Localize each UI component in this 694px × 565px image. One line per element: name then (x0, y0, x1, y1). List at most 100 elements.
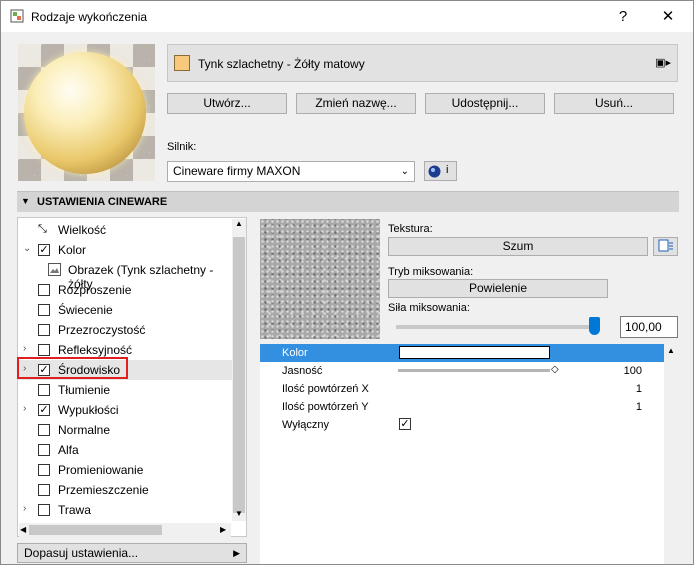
tree-item-label: Refleksyjność (58, 343, 133, 357)
blend-mode-label: Tryb miksowania: (388, 266, 474, 278)
dialog-window: Rodzaje wykończenia ? ✕ Tynk szlachetny … (0, 0, 694, 565)
scroll-down-icon[interactable]: ▼ (235, 509, 243, 518)
material-preview (18, 44, 155, 181)
grass-checkbox[interactable] (38, 504, 50, 516)
tree-item-label: Przezroczystość (58, 323, 146, 337)
app-icon (10, 9, 24, 23)
tree-item-diffusion[interactable]: Rozproszenie (18, 280, 232, 300)
blend-strength-input[interactable]: 100,00 (620, 316, 678, 338)
scroll-left-icon[interactable]: ◀ (20, 525, 26, 534)
material-menu-icon[interactable]: ▣▸ (655, 56, 671, 69)
tree-item-color[interactable]: ⌄ ✓ Kolor (18, 240, 232, 260)
texture-preview (260, 219, 380, 339)
tree-item-label: Świecenie (58, 303, 113, 317)
tree-item-transparency[interactable]: Przezroczystość (18, 320, 232, 340)
normal-checkbox[interactable] (38, 424, 50, 436)
param-label: Kolor (282, 347, 308, 359)
tree-item-label: Alfa (58, 443, 79, 457)
displacement-checkbox[interactable] (38, 484, 50, 496)
param-row-color[interactable]: Kolor (260, 344, 664, 362)
param-label: Wyłączny (282, 419, 329, 431)
texture-button[interactable]: Szum (388, 237, 648, 256)
material-name: Tynk szlachetny - Żółty matowy (198, 57, 365, 71)
tree-item-luminance[interactable]: Świecenie (18, 300, 232, 320)
param-label: Jasność (282, 365, 323, 377)
param-label: Ilość powtórzeń Y (282, 401, 369, 413)
parameter-scrollbar[interactable]: ▲ (664, 344, 678, 564)
scroll-right-icon[interactable]: ▶ (220, 525, 226, 534)
tree-item-label: Kolor (58, 243, 87, 257)
tree-item-image[interactable]: Obrazek (Tynk szlachetny - żółty (18, 260, 232, 291)
glow-checkbox[interactable] (38, 464, 50, 476)
reflectance-checkbox[interactable] (38, 344, 50, 356)
help-button[interactable]: ? (601, 1, 645, 32)
brightness-slider-thumb[interactable]: ◇ (551, 364, 559, 375)
rename-button[interactable]: Zmień nazwę... (296, 93, 416, 114)
param-label: Ilość powtórzeń X (282, 383, 369, 395)
highlight-box (17, 357, 128, 379)
tree-item-bump[interactable]: › ✓ Wypukłości (18, 400, 232, 420)
cinema4d-icon (428, 165, 441, 178)
texture-label: Tekstura: (388, 223, 433, 235)
share-button[interactable]: Udostępnij... (425, 93, 545, 114)
tree-item-grass[interactable]: › Trawa (18, 500, 232, 520)
engine-select[interactable]: Cineware firmy MAXON ⌄ (167, 161, 415, 182)
create-button[interactable]: Utwórz... (167, 93, 287, 114)
collapse-icon: ▼ (21, 196, 30, 206)
tree-item-label: Normalne (58, 423, 111, 437)
parameter-grid: Kolor Jasność ◇ 100 Ilość powtórzeń X 1 … (260, 344, 664, 564)
tree-item-label: Trawa (58, 503, 91, 517)
texture-menu-button[interactable] (653, 237, 678, 256)
resize-icon: ⤡ (38, 223, 47, 235)
bump-checkbox[interactable]: ✓ (38, 404, 50, 416)
tree-item-label: Promieniowanie (58, 463, 144, 477)
blend-strength-label: Siła miksowania: (388, 302, 470, 314)
tree-item-label: Wypukłości (58, 403, 119, 417)
info-icon: i (446, 164, 449, 176)
expand-icon[interactable]: › (23, 503, 26, 514)
material-selector[interactable]: Tynk szlachetny - Żółty matowy ▣▸ (167, 44, 678, 82)
expand-icon[interactable]: › (23, 343, 26, 354)
cineware-section-header[interactable]: ▼ USTAWIENIA CINEWARE (17, 191, 679, 212)
color-checkbox[interactable]: ✓ (38, 244, 50, 256)
color-value-swatch[interactable] (399, 346, 550, 359)
tree-item-size[interactable]: ⤡ Wielkość (18, 220, 232, 240)
window-title: Rodzaje wykończenia (31, 10, 148, 24)
tree-item-label: Rozproszenie (58, 283, 132, 297)
diffusion-checkbox[interactable] (38, 284, 50, 296)
param-value[interactable]: 1 (636, 383, 642, 395)
param-value[interactable]: 1 (636, 401, 642, 413)
blend-mode-button[interactable]: Powielenie (388, 279, 608, 298)
tree-horizontal-scroll-thumb[interactable] (29, 525, 162, 535)
param-row-brightness[interactable]: Jasność ◇ 100 (260, 362, 664, 380)
luminance-checkbox[interactable] (38, 304, 50, 316)
tree-item-displacement[interactable]: Przemieszczenie (18, 480, 232, 500)
tree-vertical-scroll-thumb[interactable] (233, 237, 245, 513)
scroll-up-icon[interactable]: ▲ (235, 219, 243, 228)
blend-strength-slider[interactable] (396, 325, 596, 329)
param-row-exclusive[interactable]: Wyłączny ✓ (260, 416, 664, 434)
transparency-checkbox[interactable] (38, 324, 50, 336)
tree-item-glow[interactable]: Promieniowanie (18, 460, 232, 480)
triangle-right-icon: ▶ (233, 548, 240, 558)
close-button[interactable]: ✕ (646, 1, 690, 32)
scroll-up-icon[interactable]: ▲ (667, 346, 675, 355)
expand-icon[interactable]: › (23, 403, 26, 414)
param-row-repeat-y[interactable]: Ilość powtórzeń Y 1 (260, 398, 664, 416)
tree-item-alpha[interactable]: Alfa (18, 440, 232, 460)
section-title: USTAWIENIA CINEWARE (37, 196, 168, 208)
exclusive-checkbox[interactable]: ✓ (399, 418, 411, 430)
blend-strength-thumb[interactable] (589, 317, 600, 335)
tree-item-normal[interactable]: Normalne (18, 420, 232, 440)
tree-item-fog[interactable]: Tłumienie (18, 380, 232, 400)
fog-checkbox[interactable] (38, 384, 50, 396)
engine-info-button[interactable]: i (424, 161, 457, 181)
param-value: 100 (623, 365, 642, 377)
alpha-checkbox[interactable] (38, 444, 50, 456)
engine-label: Silnik: (167, 141, 197, 153)
customize-settings-dropdown[interactable]: Dopasuj ustawienia... ▶ (17, 543, 247, 563)
param-row-repeat-x[interactable]: Ilość powtórzeń X 1 (260, 380, 664, 398)
delete-button[interactable]: Usuń... (554, 93, 674, 114)
brightness-slider[interactable] (398, 369, 550, 372)
expand-icon[interactable]: ⌄ (23, 243, 31, 254)
